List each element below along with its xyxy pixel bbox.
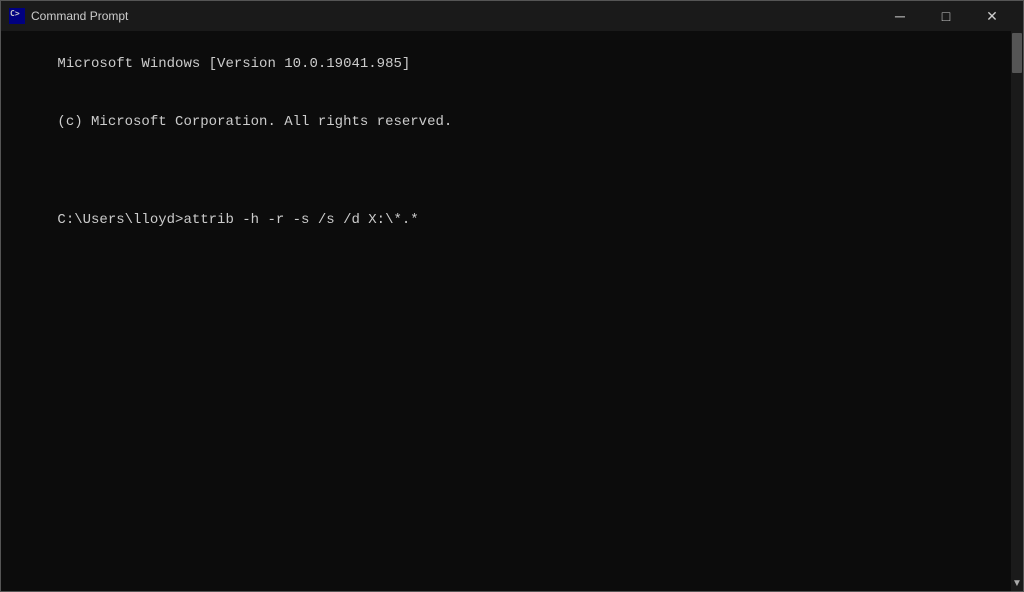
console-area: Microsoft Windows [Version 10.0.19041.98… <box>1 31 1023 591</box>
console-output[interactable]: Microsoft Windows [Version 10.0.19041.98… <box>1 31 1011 591</box>
title-bar: Command Prompt ─ □ ✕ <box>1 1 1023 31</box>
cmd-icon <box>9 8 25 24</box>
console-line-2: (c) Microsoft Corporation. All rights re… <box>57 114 452 130</box>
cmd-window: Command Prompt ─ □ ✕ Microsoft Windows [… <box>0 0 1024 592</box>
close-button[interactable]: ✕ <box>969 1 1015 31</box>
scrollbar-down-arrow[interactable]: ▼ <box>1012 578 1022 591</box>
minimize-button[interactable]: ─ <box>877 1 923 31</box>
scrollbar[interactable]: ▼ <box>1011 31 1023 591</box>
console-line-1: Microsoft Windows [Version 10.0.19041.98… <box>57 56 410 72</box>
scrollbar-thumb[interactable] <box>1012 33 1022 73</box>
console-line-4: C:\Users\lloyd>attrib -h -r -s /s /d X:\… <box>57 212 418 228</box>
window-controls: ─ □ ✕ <box>877 1 1015 31</box>
maximize-button[interactable]: □ <box>923 1 969 31</box>
window-title: Command Prompt <box>31 9 877 23</box>
